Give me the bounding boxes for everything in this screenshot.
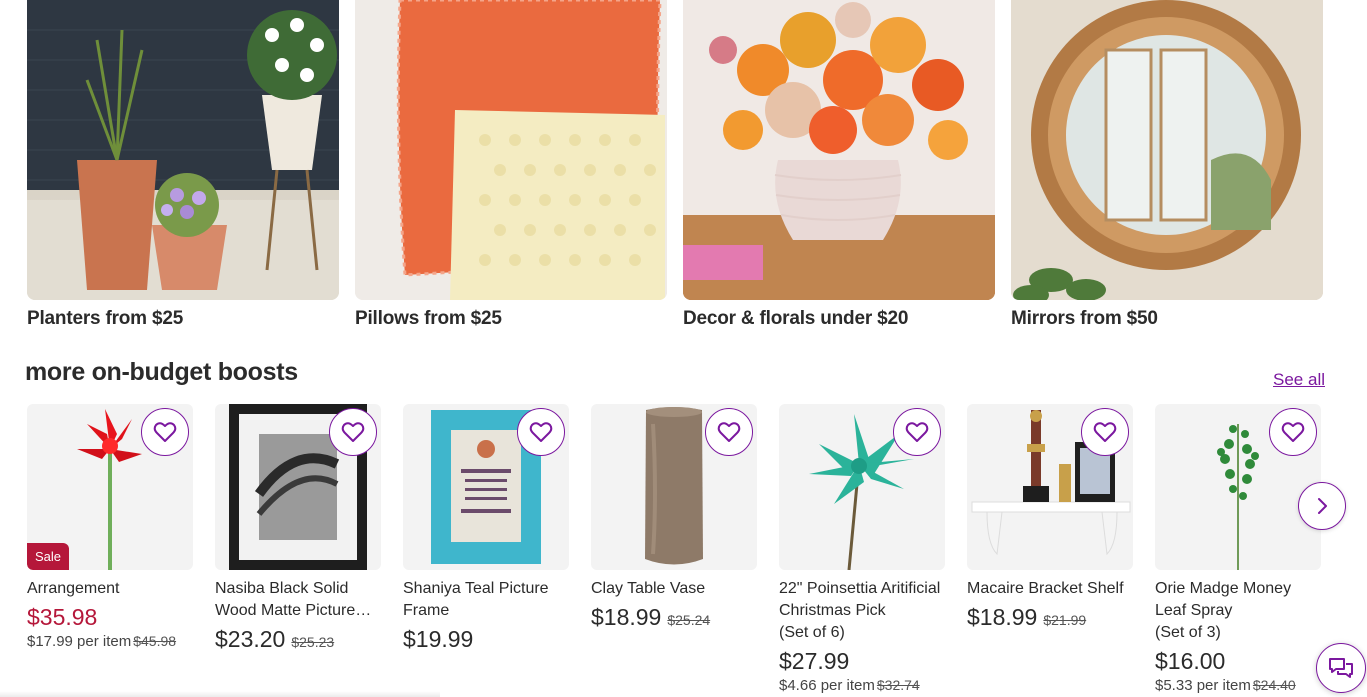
category-label[interactable]: Decor & florals under $20 <box>683 308 995 330</box>
price-row: $19.99 <box>403 626 569 653</box>
section-title: more on-budget boosts <box>25 358 298 386</box>
product-set-size: (Set of 6) <box>779 624 845 641</box>
category-tile-decor[interactable]: Decor & florals under $20 <box>683 0 995 340</box>
product-image[interactable]: Sale <box>27 404 193 570</box>
price-row: $16.00 <box>1155 648 1321 675</box>
favorite-button[interactable] <box>141 408 189 456</box>
product-price: $27.99 <box>779 648 850 674</box>
heart-icon <box>153 422 177 442</box>
product-name[interactable]: Arrangement <box>27 578 193 600</box>
product-name[interactable]: Macaire Bracket Shelf <box>967 578 1133 600</box>
favorite-button[interactable] <box>705 408 753 456</box>
carousel-next-button[interactable] <box>1298 482 1346 530</box>
was-price: $45.98 <box>133 633 177 649</box>
favorite-button[interactable] <box>1269 408 1317 456</box>
was-price: $25.23 <box>291 634 335 650</box>
product-name[interactable]: Orie Madge Money Leaf Spray <box>1155 578 1321 622</box>
heart-icon <box>1093 422 1117 442</box>
product-image[interactable] <box>403 404 569 570</box>
per-item-row: $17.99 per item $45.98 <box>27 633 193 650</box>
per-item-price: $5.33 per item <box>1155 677 1251 694</box>
category-tile-pillows[interactable]: Pillows from $25 <box>355 0 667 340</box>
favorite-button[interactable] <box>329 408 377 456</box>
category-tile-mirrors[interactable]: Mirrors from $50 <box>1011 0 1323 340</box>
category-label[interactable]: Mirrors from $50 <box>1011 308 1323 330</box>
product-card[interactable]: 22" Poinsettia Aritificial Christmas Pic… <box>779 404 945 694</box>
product-carousel: Sale Arrangement $35.98 $17.99 per item … <box>27 404 1327 694</box>
mirrors-image[interactable] <box>1011 0 1323 300</box>
category-label[interactable]: Pillows from $25 <box>355 308 667 330</box>
price-row: $35.98 <box>27 604 193 631</box>
was-price: $25.24 <box>667 612 711 628</box>
per-item-price: $4.66 per item <box>779 677 875 694</box>
product-name[interactable]: Nasiba Black Solid Wood Matte Picture… <box>215 578 381 622</box>
per-item-row: $5.33 per item $24.40 <box>1155 677 1321 694</box>
chat-icon <box>1329 658 1353 678</box>
heart-icon <box>717 422 741 442</box>
price-row: $27.99 <box>779 648 945 675</box>
price-row: $18.99 $25.24 <box>591 604 757 631</box>
price-row: $23.20 $25.23 <box>215 626 381 653</box>
product-price: $19.99 <box>403 626 474 652</box>
category-tile-planters[interactable]: Planters from $25 <box>27 0 339 340</box>
pillows-image[interactable] <box>355 0 667 300</box>
product-image[interactable] <box>1155 404 1321 570</box>
product-name[interactable]: Shaniya Teal Picture Frame <box>403 578 569 622</box>
product-image[interactable] <box>591 404 757 570</box>
chat-button[interactable] <box>1316 643 1366 693</box>
planters-image[interactable] <box>27 0 339 300</box>
product-price: $18.99 <box>967 604 1038 630</box>
product-card[interactable]: Clay Table Vase $18.99 $25.24 <box>591 404 757 694</box>
decor-image[interactable] <box>683 0 995 300</box>
product-image[interactable] <box>215 404 381 570</box>
product-card[interactable]: Nasiba Black Solid Wood Matte Picture… $… <box>215 404 381 694</box>
chevron-right-icon <box>1318 498 1327 514</box>
favorite-button[interactable] <box>1081 408 1129 456</box>
was-price: $21.99 <box>1043 612 1087 628</box>
per-item-price: $17.99 per item <box>27 633 132 650</box>
product-name[interactable]: 22" Poinsettia Aritificial Christmas Pic… <box>779 578 945 622</box>
was-price: $24.40 <box>1252 677 1296 693</box>
product-price: $23.20 <box>215 626 286 652</box>
product-name[interactable]: Clay Table Vase <box>591 578 757 600</box>
price-row: $18.99 $21.99 <box>967 604 1133 631</box>
product-price: $35.98 <box>27 604 98 630</box>
heart-icon <box>1281 422 1305 442</box>
product-image[interactable] <box>967 404 1133 570</box>
product-card[interactable]: Macaire Bracket Shelf $18.99 $21.99 <box>967 404 1133 694</box>
heart-icon <box>905 422 929 442</box>
product-card[interactable]: Orie Madge Money Leaf Spray (Set of 3) $… <box>1155 404 1321 694</box>
product-card[interactable]: Sale Arrangement $35.98 $17.99 per item … <box>27 404 193 694</box>
product-set-size: (Set of 3) <box>1155 624 1221 641</box>
was-price: $32.74 <box>876 677 920 693</box>
per-item-row: $4.66 per item $32.74 <box>779 677 945 694</box>
heart-icon <box>529 422 553 442</box>
category-row: Planters from $25 Pillows from $25 Decor… <box>27 0 1323 340</box>
product-image[interactable] <box>779 404 945 570</box>
bottom-shadow <box>0 691 440 697</box>
product-price: $18.99 <box>591 604 662 630</box>
category-label[interactable]: Planters from $25 <box>27 308 339 330</box>
heart-icon <box>341 422 365 442</box>
favorite-button[interactable] <box>517 408 565 456</box>
product-price: $16.00 <box>1155 648 1226 674</box>
sale-badge: Sale <box>27 543 70 570</box>
product-card[interactable]: Shaniya Teal Picture Frame $19.99 <box>403 404 569 694</box>
see-all-link[interactable]: See all <box>1273 370 1325 390</box>
favorite-button[interactable] <box>893 408 941 456</box>
